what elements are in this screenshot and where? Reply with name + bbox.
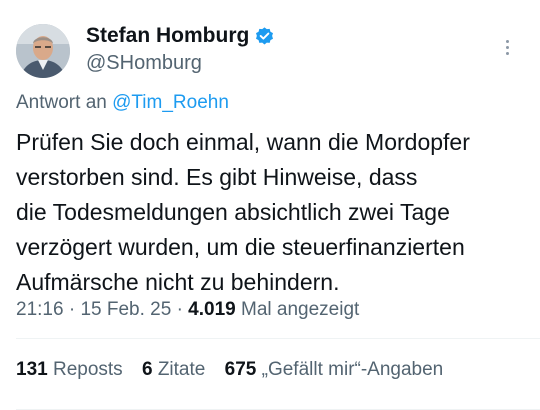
author-display-name[interactable]: Stefan Homburg (86, 24, 249, 48)
more-options-icon[interactable] (496, 36, 518, 58)
likes-stat[interactable]: 675 „Gefällt mir“-Angaben (225, 359, 444, 381)
tweet-text: Prüfen Sie doch einmal, wann die Mordopf… (16, 125, 531, 300)
likes-count: 675 (224, 359, 257, 380)
reply-prefix: Antwort an (16, 92, 107, 113)
avatar-photo (16, 24, 70, 78)
tweet-time[interactable]: 21:16 (16, 299, 64, 320)
divider (16, 338, 540, 339)
avatar[interactable] (16, 24, 70, 78)
tweet-text-line: Aufmärsche nicht zu behindern. (16, 269, 340, 295)
likes-label: „Gefällt mir“-Angaben (261, 359, 444, 380)
reposts-label: Reposts (52, 359, 123, 380)
display-name-row: Stefan Homburg (86, 22, 275, 50)
more-dot (505, 51, 509, 55)
tweet-text-line: die Todesmeldungen absichtlich zwei Tage (16, 199, 450, 225)
author-names: Stefan Homburg @SHomburg (86, 22, 275, 75)
quotes-label: Zitate (157, 359, 206, 380)
reposts-count: 131 (16, 359, 48, 380)
tweet-text-line: verstorben sind. Es gibt Hinweise, dass (16, 164, 418, 190)
tweet-text-line: Prüfen Sie doch einmal, wann die Mordopf… (16, 129, 470, 155)
reply-mention-link[interactable]: @Tim_Roehn (112, 92, 229, 113)
reposts-stat[interactable]: 131 Reposts (16, 359, 123, 381)
more-dot (505, 45, 509, 49)
views-label: Mal angezeigt (241, 299, 360, 320)
reply-context: Antwort an @Tim_Roehn (16, 92, 229, 114)
tweet-text-line: verzögert wurden, um die steuerfinanzier… (16, 234, 465, 260)
views-count: 4.019 (188, 299, 236, 320)
verified-badge-icon[interactable] (254, 26, 275, 47)
more-dot (505, 39, 509, 43)
engagement-stats: 131 Reposts 6 Zitate 675 „Gefällt mir“-A… (16, 359, 457, 381)
tweet-date[interactable]: 15 Feb. 25 (80, 299, 171, 320)
quotes-count: 6 (141, 359, 153, 380)
meta-separator: · (68, 299, 76, 320)
quotes-stat[interactable]: 6 Zitate (142, 359, 205, 381)
tweet-meta: 21:16 · 15 Feb. 25 · 4.019 Mal angezeigt (16, 299, 359, 321)
tweet-header: Stefan Homburg @SHomburg (16, 22, 524, 78)
author-handle[interactable]: @SHomburg (86, 52, 275, 75)
meta-separator: · (176, 299, 183, 320)
